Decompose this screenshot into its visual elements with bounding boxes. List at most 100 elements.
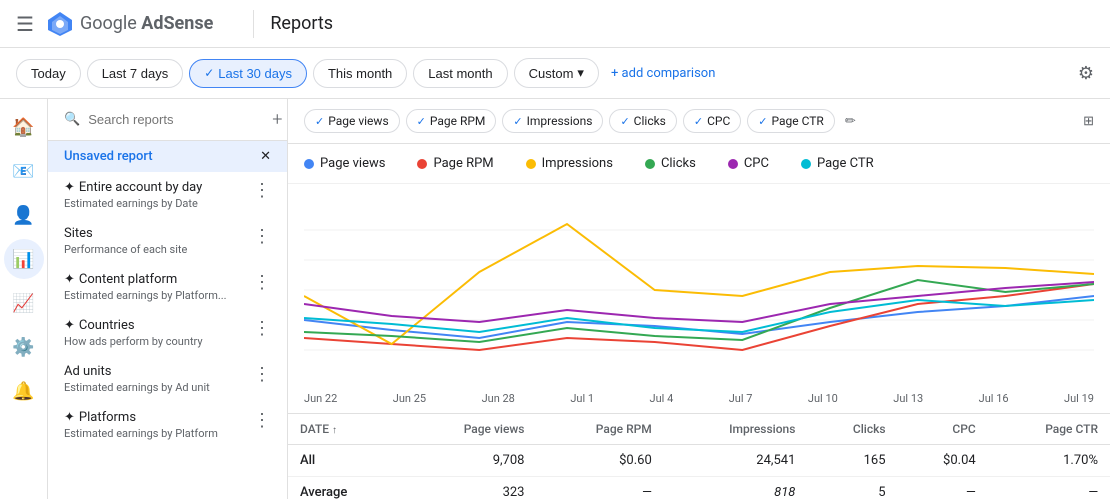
table-row: All 9,708 $0.60 24,541 165 $0.04 1.70% [288,445,1110,477]
more-icon[interactable]: ⋮ [253,318,271,339]
cell-pageviews-avg: 323 [402,477,537,500]
sidebar-item-sites[interactable]: Sites Performance of each site ⋮ [48,218,287,264]
legend-page-views: Page views [304,156,385,171]
more-icon[interactable]: ⋮ [253,364,271,385]
x-label-9: Jul 19 [1064,392,1094,405]
more-icon[interactable]: ⋮ [253,410,271,431]
sidebar: 🔍 + Unsaved report ✕ ✦ Entire account by… [48,99,288,499]
more-icon[interactable]: ⋮ [253,272,271,293]
sparkle-icon: ✦ [64,272,75,287]
chip-page-rpm[interactable]: ✓ Page RPM [406,109,497,133]
more-icon[interactable]: ⋮ [253,180,271,201]
sidebar-item-platforms[interactable]: ✦ Platforms Estimated earnings by Platfo… [48,402,287,448]
chip-impressions[interactable]: ✓ Impressions [502,109,603,133]
col-page-rpm[interactable]: Page RPM [536,414,663,445]
cell-date-all: All [288,445,402,477]
col-page-views[interactable]: Page views [402,414,537,445]
filter-today[interactable]: Today [16,59,81,88]
chart-x-axis: Jun 22 Jun 25 Jun 28 Jul 1 Jul 4 Jul 7 J… [288,392,1110,413]
settings-icon[interactable]: ⚙ [1078,63,1094,84]
line-chart [304,200,1094,380]
chip-page-views[interactable]: ✓ Page views [304,109,400,133]
filter-last7[interactable]: Last 7 days [87,59,184,88]
menu-icon[interactable]: ☰ [16,12,34,36]
header-brand-text: Google AdSense [80,13,213,34]
app-logo: Google AdSense [46,10,213,38]
legend-clicks: Clicks [645,156,696,171]
col-page-ctr[interactable]: Page CTR [988,414,1110,445]
sparkle-icon: ✦ [64,318,75,333]
data-table: DATE ↑ Page views Page RPM Impressions C… [288,413,1110,499]
x-label-4: Jul 4 [650,392,674,405]
check-icon: ✓ [758,115,767,128]
chip-clicks[interactable]: ✓ Clicks [609,109,676,133]
cell-pageviews-all: 9,708 [402,445,537,477]
sparkle-icon: ✦ [64,180,75,195]
close-icon[interactable]: ✕ [260,149,271,164]
cell-pagectr-all: 1.70% [988,445,1110,477]
checkmark-icon: ✓ [204,66,214,80]
more-icon[interactable]: ⋮ [253,226,271,247]
left-nav: 🏠 📧 👤 📊 📈 ⚙️ 🔔 [0,99,48,499]
nav-analytics-icon[interactable]: 📈 [4,283,44,323]
legend-dot-page-ctr [801,159,811,169]
legend-page-rpm: Page RPM [417,156,493,171]
legend-cpc: CPC [728,156,769,171]
col-impressions[interactable]: Impressions [664,414,808,445]
legend-page-ctr: Page CTR [801,156,874,171]
cell-impressions-all: 24,541 [664,445,808,477]
header-divider [253,10,254,38]
cell-pagerpm-all: $0.60 [536,445,663,477]
cell-clicks-avg: 5 [807,477,897,500]
chevron-down-icon: ▾ [577,65,584,81]
col-date[interactable]: DATE ↑ [288,414,402,445]
chip-page-ctr[interactable]: ✓ Page CTR [747,109,835,133]
col-clicks[interactable]: Clicks [807,414,897,445]
legend-dot-impressions [526,159,536,169]
filter-thismonth[interactable]: This month [313,59,407,88]
check-icon: ✓ [417,115,426,128]
add-report-icon[interactable]: + [272,109,282,130]
search-reports-input[interactable] [88,112,264,127]
sidebar-active-item[interactable]: Unsaved report ✕ [48,141,287,172]
nav-home-icon[interactable]: 🏠 [4,107,44,147]
cell-clicks-all: 165 [807,445,897,477]
search-icon: 🔍 [64,112,80,127]
adsense-logo-icon [46,10,74,38]
sidebar-item-entire-account[interactable]: ✦ Entire account by day Estimated earnin… [48,172,287,218]
main-layout: 🏠 📧 👤 📊 📈 ⚙️ 🔔 🔍 + Unsaved report ✕ ✦ En… [0,99,1110,499]
nav-reports-icon[interactable]: 📊 [4,239,44,279]
check-icon: ✓ [315,115,324,128]
main-content: ✓ Page views ✓ Page RPM ✓ Impressions ✓ … [288,99,1110,499]
nav-settings-icon[interactable]: ⚙️ [4,327,44,367]
nav-notifications-icon[interactable]: 🔔 [4,371,44,411]
filter-custom[interactable]: Custom ▾ [514,58,599,88]
add-comparison-btn[interactable]: + add comparison [611,66,715,81]
table-header-row: DATE ↑ Page views Page RPM Impressions C… [288,414,1110,445]
nav-email-icon[interactable]: 📧 [4,151,44,191]
sidebar-item-ad-units[interactable]: Ad units Estimated earnings by Ad unit ⋮ [48,356,287,402]
x-label-3: Jul 1 [570,392,594,405]
chart-legend: Page views Page RPM Impressions Clicks C… [288,144,1110,184]
col-cpc[interactable]: CPC [898,414,988,445]
edit-metrics-icon[interactable]: ✏ [845,114,856,129]
nav-account-icon[interactable]: 👤 [4,195,44,235]
sidebar-item-countries[interactable]: ✦ Countries How ads perform by country ⋮ [48,310,287,356]
table-row: Average 323 — 818 5 — — [288,477,1110,500]
search-reports-bar: 🔍 + [48,99,287,141]
x-label-0: Jun 22 [304,392,337,405]
metric-chips-bar: ✓ Page views ✓ Page RPM ✓ Impressions ✓ … [288,99,1110,144]
chip-cpc[interactable]: ✓ CPC [683,109,741,133]
filter-icon[interactable]: ⊞ [1083,114,1094,129]
sidebar-item-content-platform[interactable]: ✦ Content platform Estimated earnings by… [48,264,287,310]
app-header: ☰ Google AdSense Reports [0,0,1110,48]
filter-last30[interactable]: ✓ Last 30 days [189,59,307,88]
filter-lastmonth[interactable]: Last month [413,59,507,88]
check-icon: ✓ [620,115,629,128]
x-label-1: Jun 25 [393,392,426,405]
legend-dot-cpc [728,159,738,169]
page-title: Reports [270,13,333,34]
x-label-8: Jul 16 [979,392,1009,405]
x-label-6: Jul 10 [808,392,838,405]
legend-dot-page-views [304,159,314,169]
